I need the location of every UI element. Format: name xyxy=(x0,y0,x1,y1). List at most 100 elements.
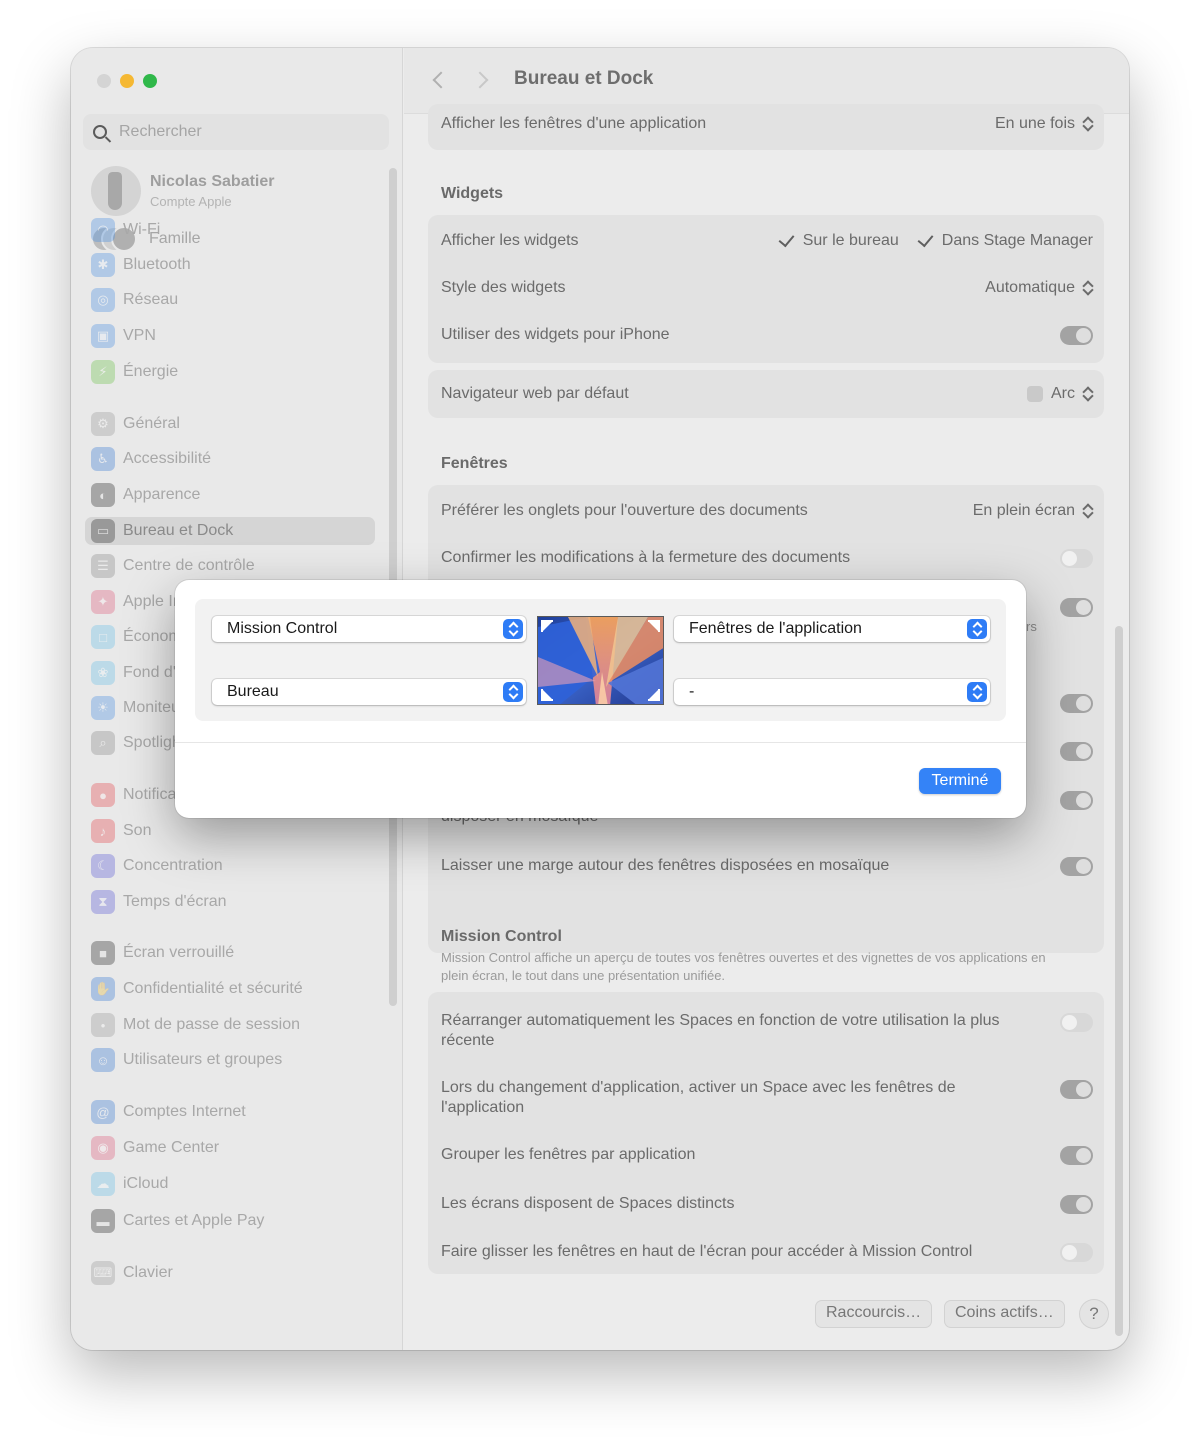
top-right-corner-popup[interactable]: Fenêtres de l'application xyxy=(674,616,990,642)
sidebar-item-control-center[interactable]: ☰ Centre de contrôle xyxy=(91,552,255,580)
row-tile-margins: Laisser une marge autour des fenêtres di… xyxy=(441,856,1093,876)
row-drag-to-top: Faire glisser les fenêtres en haut de l'… xyxy=(441,1242,1093,1262)
sidebar-item-accessibility[interactable]: ♿ Accessibilité xyxy=(91,445,211,473)
popup-label: Mission Control xyxy=(227,620,338,637)
sidebar-item-energy[interactable]: ⚡ Énergie xyxy=(91,358,178,386)
app-windows-popup[interactable]: En une fois xyxy=(995,115,1093,133)
prefer-tabs-popup[interactable]: En plein écran xyxy=(973,502,1093,520)
checkbox-stage-manager[interactable]: Dans Stage Manager xyxy=(917,230,1093,250)
row-label: Grouper les fenêtres par application xyxy=(441,1146,696,1163)
hot-corners-button[interactable]: Coins actifs… xyxy=(945,1301,1064,1327)
minimize-button[interactable] xyxy=(120,74,134,88)
screensaver-icon: □ xyxy=(91,625,115,649)
tile-margins-toggle[interactable] xyxy=(1060,856,1093,876)
done-button[interactable]: Terminé xyxy=(919,768,1001,794)
vpn-icon: ▣ xyxy=(91,324,115,348)
sidebar-item-users[interactable]: ☺ Utilisateurs et groupes xyxy=(91,1046,282,1074)
bottom-right-corner-popup[interactable]: - xyxy=(674,679,990,705)
sidebar-item-label: Mot de passe de session xyxy=(123,1016,300,1033)
shortcuts-button[interactable]: Raccourcis… xyxy=(816,1301,932,1327)
sidebar-item-lock[interactable]: ■ Écran verrouillé xyxy=(91,939,234,967)
sidebar-item-wifi[interactable]: ◠ Wi-Fi xyxy=(91,216,160,244)
hot-corners-panel: Mission Control Fenêtres de l'applicatio… xyxy=(195,599,1006,721)
row-label: Faire glisser les fenêtres en haut de l'… xyxy=(441,1243,973,1260)
close-windows-toggle[interactable] xyxy=(1060,597,1093,617)
apple-account-item[interactable]: Nicolas Sabatier Compte Apple xyxy=(91,166,275,216)
wallpaper-thumbnail xyxy=(538,617,663,704)
appearance-icon: ◐ xyxy=(91,483,115,507)
sidebar-item-sound[interactable]: ♪ Son xyxy=(91,817,151,845)
sidebar-item-dock[interactable]: ▭ Bureau et Dock xyxy=(85,517,375,545)
sidebar-item-label: Écran verrouillé xyxy=(123,944,235,961)
rearrange-spaces-toggle[interactable] xyxy=(1060,1013,1093,1032)
row-label: Préférer les onglets pour l'ouverture de… xyxy=(441,502,808,519)
popup-label: Bureau xyxy=(227,683,279,700)
sidebar-item-label: Apparence xyxy=(123,486,201,503)
row-prefer-tabs: Préférer les onglets pour l'ouverture de… xyxy=(441,501,1093,521)
sidebar-item-appearance[interactable]: ◐ Apparence xyxy=(91,481,200,509)
updown-chevron-icon xyxy=(1083,280,1093,296)
group-windows-toggle[interactable] xyxy=(1060,1145,1093,1165)
iphone-widgets-toggle[interactable] xyxy=(1060,325,1093,345)
sidebar-item-label: Réseau xyxy=(123,291,179,308)
search-placeholder: Rechercher xyxy=(119,123,202,140)
search-input[interactable]: Rechercher xyxy=(83,114,389,150)
mission-control-description: Mission Control affiche un aperçu de tou… xyxy=(441,950,1046,983)
widget-style-popup[interactable]: Automatique xyxy=(985,279,1093,297)
checkbox-desktop[interactable]: Sur le bureau xyxy=(778,230,899,250)
sidebar-item-label: Cartes et Apple Pay xyxy=(123,1212,265,1229)
wifi-icon: ◠ xyxy=(91,218,115,242)
bottom-left-corner-popup[interactable]: Bureau xyxy=(212,679,526,705)
sidebar-item-wallet[interactable]: ▬ Cartes et Apple Pay xyxy=(91,1207,264,1235)
default-browser-popup[interactable]: Arc xyxy=(1027,385,1093,403)
drag-menubar-toggle[interactable] xyxy=(1060,741,1093,761)
sidebar-item-vpn[interactable]: ▣ VPN xyxy=(91,322,156,350)
sidebar-item-game-center[interactable]: ◉ Game Center xyxy=(91,1134,219,1162)
sidebar-item-hand[interactable]: ✋ Confidentialité et sécurité xyxy=(91,975,303,1003)
row-label: Confirmer les modifications à la fermetu… xyxy=(441,549,851,566)
confirm-changes-toggle[interactable] xyxy=(1060,548,1093,568)
sidebar-item-network[interactable]: ◎ Réseau xyxy=(91,286,178,314)
back-chevron-icon[interactable] xyxy=(432,70,446,90)
sidebar-item-label: Comptes Internet xyxy=(123,1103,246,1120)
content-scrollbar[interactable] xyxy=(1115,626,1123,1336)
hand-icon: ✋ xyxy=(91,977,115,1001)
drag-to-top-toggle[interactable] xyxy=(1060,1242,1093,1262)
sidebar-item-cloud[interactable]: ☁ iCloud xyxy=(91,1170,168,1198)
corner-indicator-icon xyxy=(541,689,553,701)
option-tile-toggle[interactable] xyxy=(1060,790,1093,810)
at-icon: @ xyxy=(91,1100,115,1124)
sidebar-item-moon[interactable]: ☾ Concentration xyxy=(91,852,223,880)
sidebar-item-keyboard[interactable]: ⌨ Clavier xyxy=(91,1259,173,1287)
control-center-icon: ☰ xyxy=(91,554,115,578)
account-subtitle: Compte Apple xyxy=(150,194,232,209)
row-label: Afficher les fenêtres d'une application xyxy=(441,115,707,132)
password-icon: • xyxy=(91,1013,115,1037)
sidebar-item-label: Utilisateurs et groupes xyxy=(123,1051,283,1068)
forward-chevron-icon[interactable] xyxy=(476,70,490,90)
sidebar-item-spotlight[interactable]: ⌕ Spotlight xyxy=(91,729,185,757)
separate-spaces-toggle[interactable] xyxy=(1060,1194,1093,1214)
popup-stepper-icon xyxy=(503,682,523,702)
sidebar-item-hourglass[interactable]: ⧗ Temps d'écran xyxy=(91,888,227,916)
zoom-button[interactable] xyxy=(143,74,157,88)
sidebar-item-label: Clavier xyxy=(123,1264,173,1281)
accessibility-icon: ♿ xyxy=(91,447,115,471)
checkmark-icon xyxy=(778,230,795,248)
sidebar-item-at[interactable]: @ Comptes Internet xyxy=(91,1098,246,1126)
help-button[interactable]: ? xyxy=(1080,1300,1108,1328)
windows-section-title: Fenêtres xyxy=(441,455,508,472)
sidebar-item-bluetooth[interactable]: ✱ Bluetooth xyxy=(91,251,191,279)
popup-value: En plein écran xyxy=(972,502,1075,519)
sidebar-item-label: Game Center xyxy=(123,1139,220,1156)
sidebar-item-password[interactable]: • Mot de passe de session xyxy=(91,1011,300,1039)
row-label: Les écrans disposent de Spaces distincts xyxy=(441,1195,735,1212)
sidebar-item-gear[interactable]: ⚙ Général xyxy=(91,410,180,438)
top-left-corner-popup[interactable]: Mission Control xyxy=(212,616,526,642)
wallet-icon: ▬ xyxy=(91,1209,115,1233)
close-button[interactable] xyxy=(97,74,111,88)
row-switch-space: Lors du changement d'application, active… xyxy=(441,1078,1093,1118)
bell-icon: ● xyxy=(91,783,115,807)
switch-space-toggle[interactable] xyxy=(1060,1080,1093,1099)
drag-edges-toggle[interactable] xyxy=(1060,693,1093,713)
